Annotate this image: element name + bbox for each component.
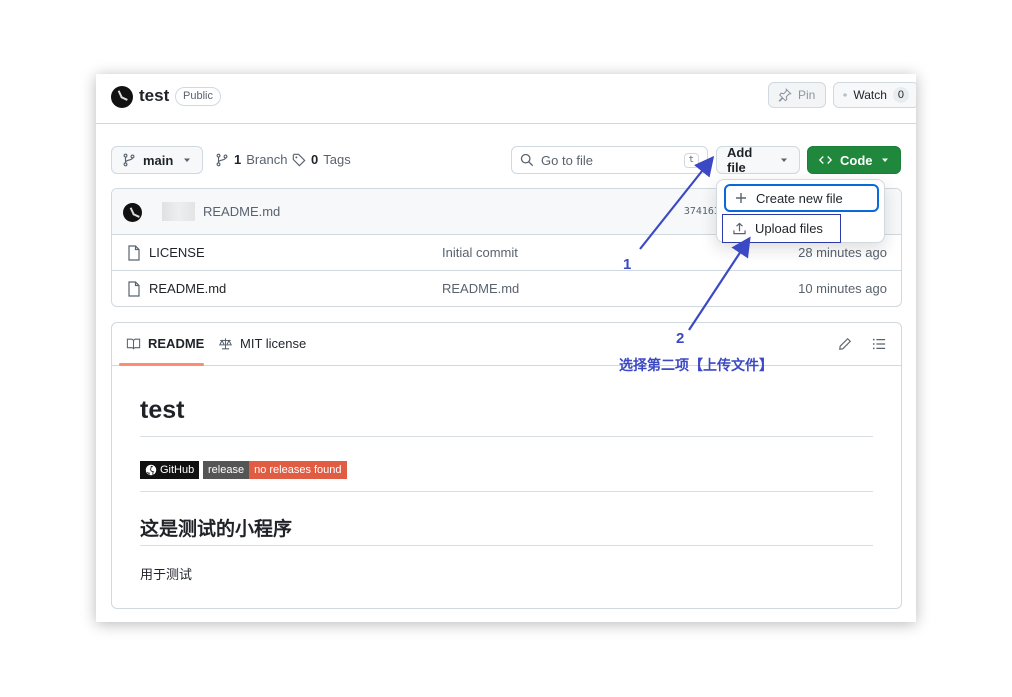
- annotation-step-2: 2: [676, 330, 685, 347]
- arrow-step-2: [688, 236, 751, 331]
- annotation-step-1: 1: [623, 256, 632, 273]
- repo-page: test Public Pin Watch 0 main 1 Branch 0 …: [96, 74, 916, 622]
- annotation-arrows: [639, 155, 751, 331]
- arrow-step-1: [639, 155, 715, 250]
- annotation-step-2-text: 选择第二项【上传文件】: [619, 357, 773, 373]
